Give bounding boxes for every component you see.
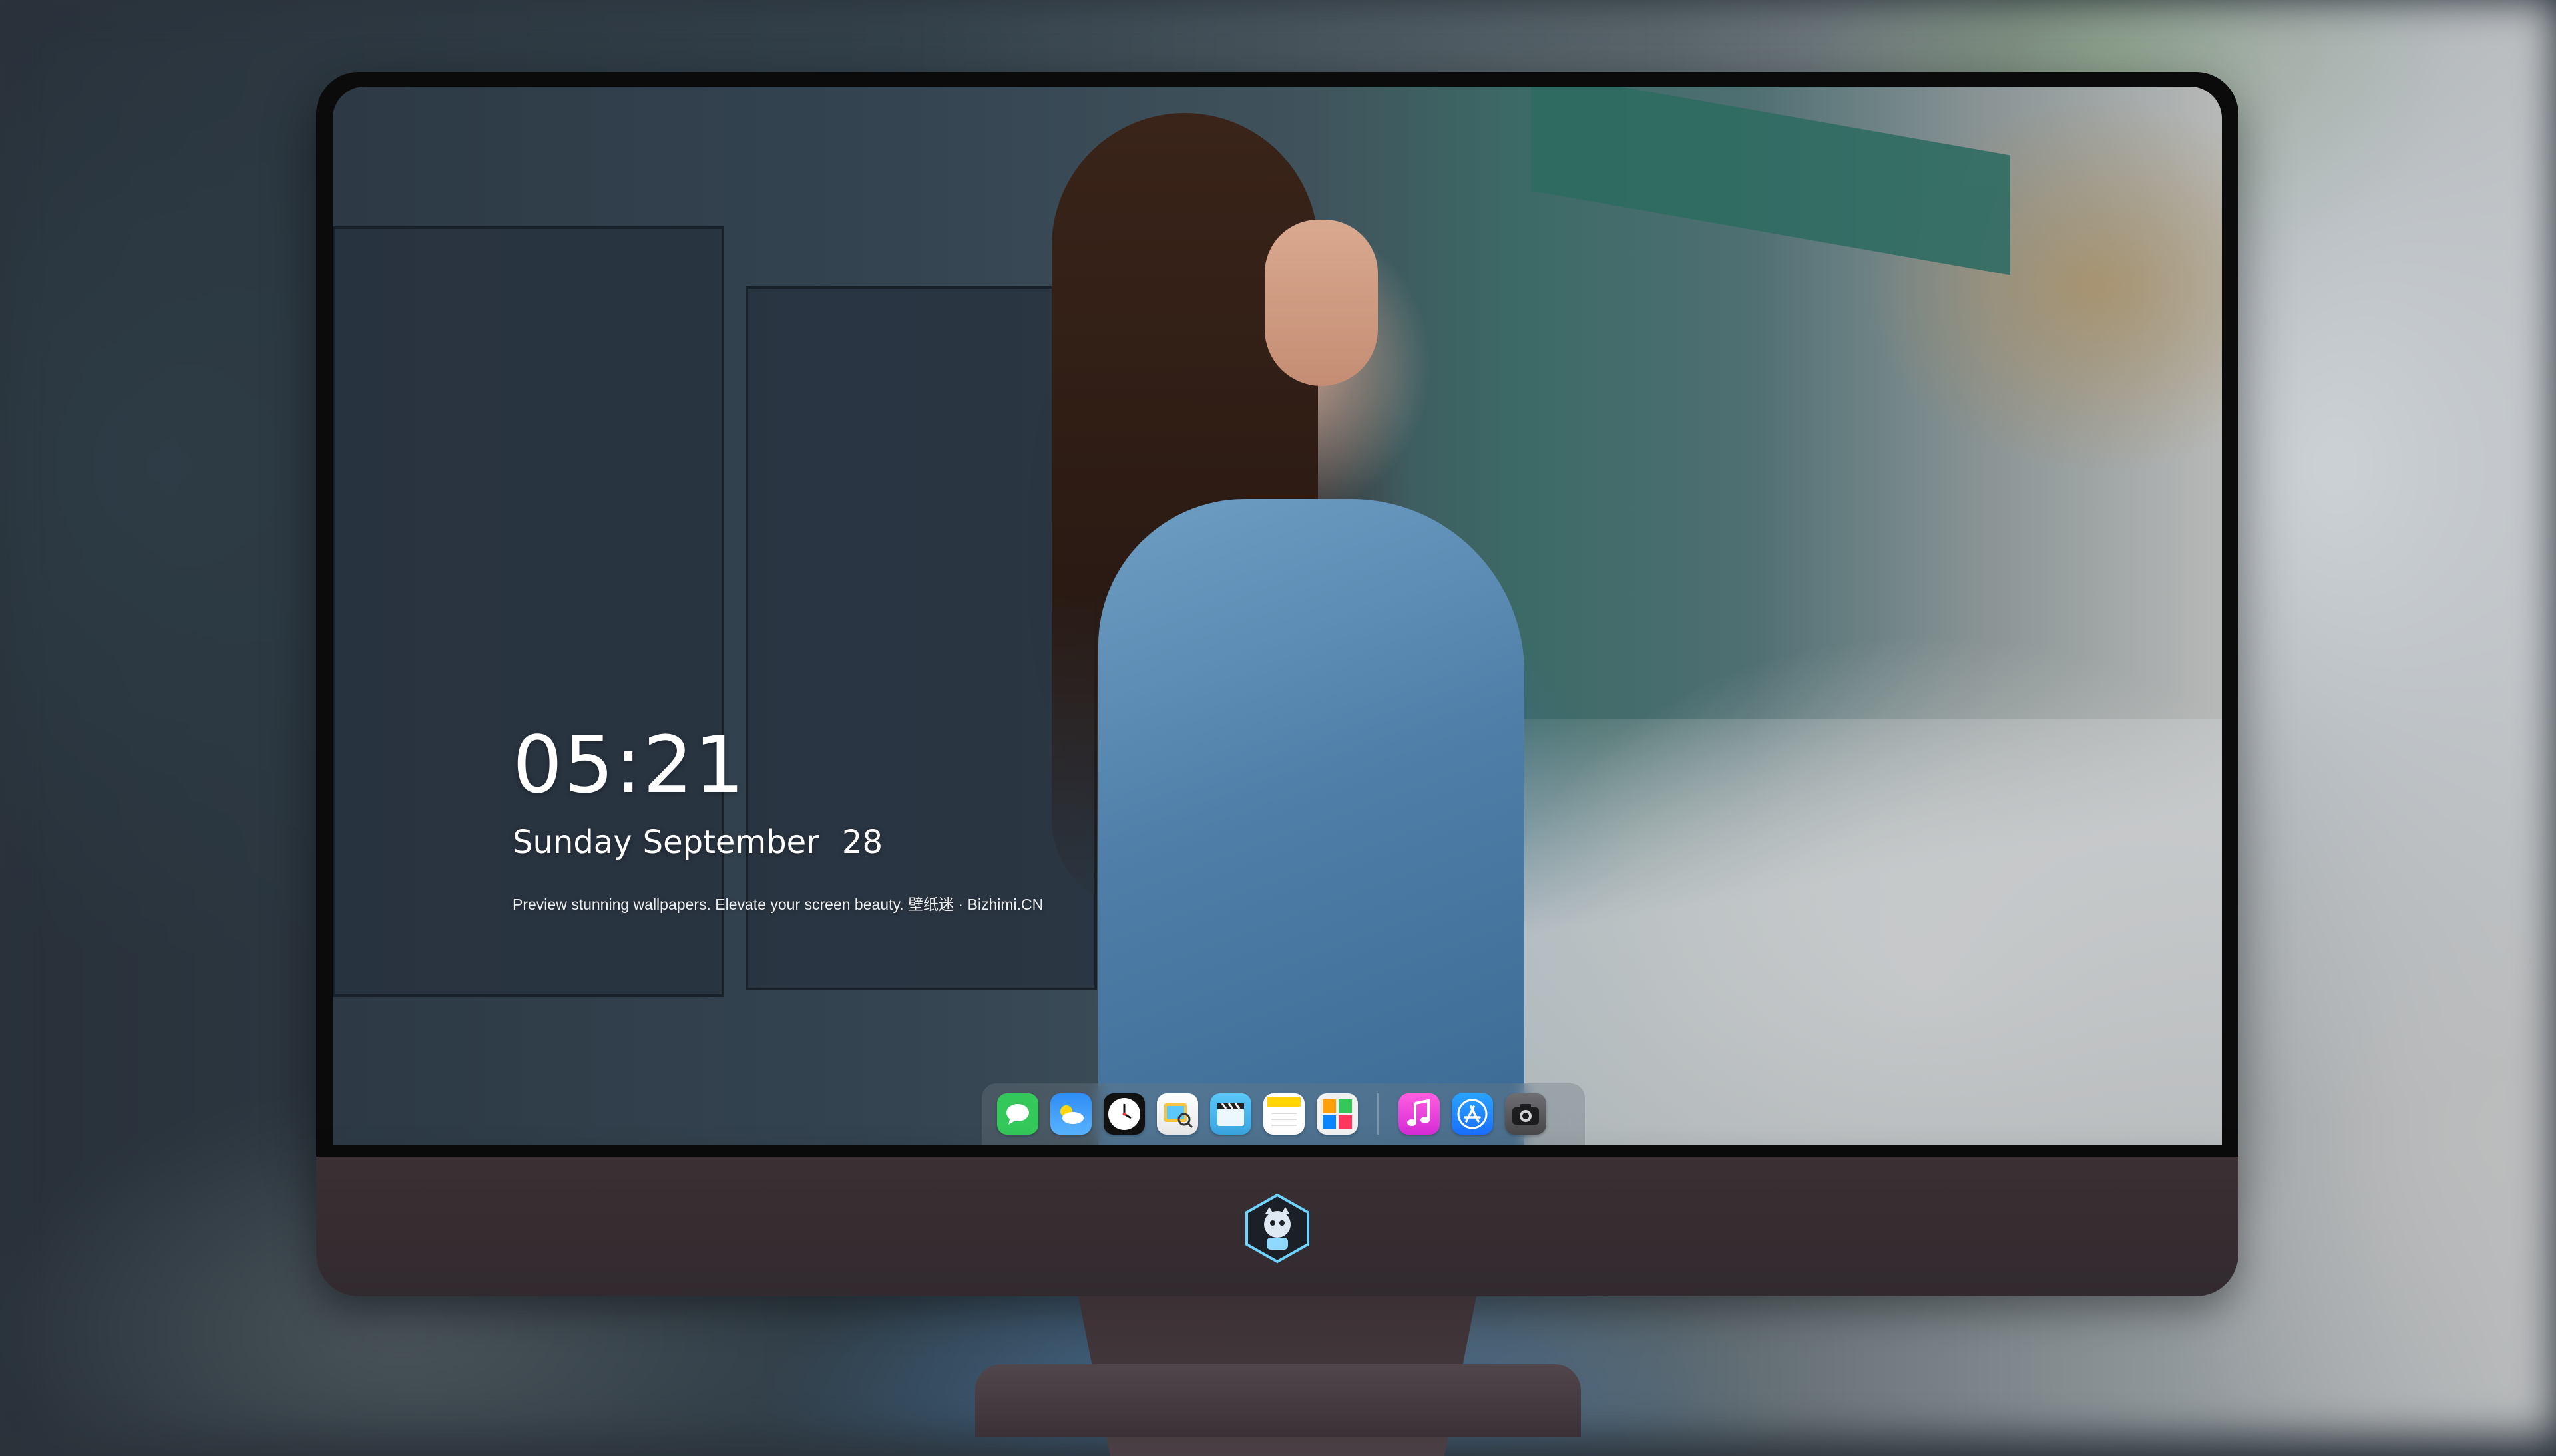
clock-month: September	[642, 824, 819, 861]
clock-day: Sunday	[513, 824, 632, 861]
lock-screen-clock: 05:21 Sunday September 28 Preview stunni…	[513, 725, 1043, 914]
app-store-icon[interactable]	[1452, 1093, 1493, 1135]
wallpaper-person-jacket	[1098, 499, 1524, 1145]
wallpaper-person-face	[1265, 220, 1378, 386]
notes-icon[interactable]	[1263, 1093, 1305, 1135]
monitor-stand-foot	[975, 1364, 1581, 1437]
messages-icon[interactable]	[997, 1093, 1038, 1135]
monitor: 05:21 Sunday September 28 Preview stunni…	[316, 72, 2238, 1456]
clock-icon[interactable]	[1104, 1093, 1145, 1135]
weather-icon[interactable]	[1050, 1093, 1092, 1135]
photo-collage-icon[interactable]	[1317, 1093, 1358, 1135]
clock-date: Sunday September 28	[513, 824, 1043, 861]
dock-separator	[1377, 1093, 1379, 1135]
brand-logo-icon	[1241, 1192, 1313, 1264]
wallpaper-tagline: Preview stunning wallpapers. Elevate you…	[513, 896, 1044, 913]
clock-date-number: 28	[841, 824, 883, 861]
camera-icon[interactable]	[1505, 1093, 1546, 1135]
dock	[982, 1083, 1585, 1145]
desktop-screen: 05:21 Sunday September 28 Preview stunni…	[333, 87, 2222, 1145]
monitor-chin	[316, 1157, 2238, 1296]
music-icon[interactable]	[1398, 1093, 1440, 1135]
wallpaper-awning	[1531, 87, 2010, 275]
monitor-bezel: 05:21 Sunday September 28 Preview stunni…	[316, 72, 2238, 1157]
clips-icon[interactable]	[1210, 1093, 1251, 1135]
preview-icon[interactable]	[1157, 1093, 1198, 1135]
clock-time: 05:21	[513, 719, 746, 811]
